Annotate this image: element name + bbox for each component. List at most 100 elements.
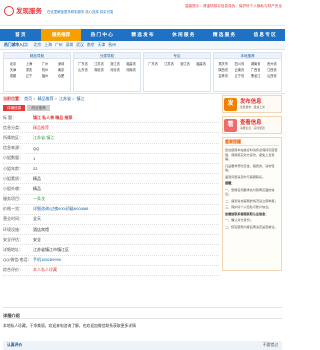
detail-value: 全天 — [33, 216, 41, 222]
detail-value: QQ — [33, 145, 40, 151]
detail-key: 信息来源： — [3, 145, 23, 151]
nav-item-recommend[interactable]: 服务推荐 — [40, 29, 82, 41]
detail-tabs: 详细信息 附近推荐 — [3, 105, 50, 111]
detail-key: 标 题： — [3, 114, 17, 120]
view-info-button[interactable]: 看 查看信息 海量信息 · 实时更新 — [222, 116, 282, 134]
nav-item-service[interactable]: 精 选 服 务 — [204, 29, 245, 41]
category-link[interactable]: 成都 — [5, 73, 21, 79]
tip-heading: 加微信联系客服获取认证信息： — [225, 211, 269, 216]
bottom-right-text: 不要错过 — [262, 343, 278, 347]
review-link[interactable]: 认真评价 — [7, 341, 22, 350]
category-link[interactable]: 福州 — [37, 73, 53, 79]
detail-value: 精品 — [33, 185, 41, 191]
safety-tip-box: 重要提醒 您在使用本站信息时请务必保持高度警惕，谨慎核实对方身份，避免上当受骗。… — [222, 137, 282, 271]
tab-nearby[interactable]: 附近推荐 — [27, 105, 50, 111]
detail-row: 详细地址： 江苏省镇江市镇江区 — [3, 245, 219, 256]
category-link[interactable]: 浙江省 — [177, 61, 193, 67]
category-grid: 北京 上海 广州 深圳 天津 重庆 杭州 南京 成都 辽宁 福州 合肥 — [4, 59, 70, 81]
detail-value: 镇江 私人茶 精品 推荐 — [33, 114, 73, 120]
category-link[interactable]: 黑龙江 — [248, 73, 264, 79]
category-link[interactable]: 湖北省 — [91, 67, 107, 73]
top-header: 发现服务 在这里解锁更多精彩服务 放心选择 真实可靠 温馨提示：请谨慎核实信息真… — [0, 0, 285, 26]
city-link[interactable]: 武汉 — [76, 43, 84, 47]
category-column: 本地推荐 重庆市 四川省 湖南省 贵州省 陕西省 云南省 广西省 江西省 吉林省… — [213, 52, 282, 92]
section-divider — [3, 307, 282, 308]
category-link[interactable]: 广东省 — [145, 61, 161, 67]
tip-heading: 提醒： — [225, 181, 235, 185]
city-link[interactable]: 广州 — [55, 43, 63, 47]
breadcrumb-link[interactable]: 首页 — [24, 96, 32, 101]
tip-paragraph: 一、确认对方身份； — [225, 218, 253, 222]
main-nav: 首 页 服务推荐 热 门 中 心 精 选 发 布 休 闲 服 务 精 选 服 务… — [0, 29, 285, 41]
detail-value: 精品 — [33, 175, 41, 181]
detail-row: 小姐年龄： 22 — [3, 164, 219, 175]
category-column: 专区 广东省 江苏省 浙江省 福建省 — [143, 52, 211, 92]
category-link[interactable]: 辽宁 — [21, 73, 37, 79]
breadcrumb-link[interactable]: 江苏省 — [59, 96, 71, 101]
tip-paragraph: 二、遇到冒充客服的情况请立即举报； — [225, 198, 278, 203]
promo-subtitle: 海量信息 · 实时更新 — [240, 126, 265, 130]
category-column: 精品导航 北京 上海 广州 深圳 天津 重庆 杭州 南京 成都 辽宁 福州 合肥 — [3, 52, 71, 92]
detail-value[interactable]: 江苏省-镇江 — [33, 135, 54, 141]
category-grid: 广东省 江苏省 浙江省 福建省 — [144, 59, 210, 69]
category-link[interactable]: 河南省 — [123, 67, 139, 73]
category-grid: 重庆市 四川省 湖南省 贵州省 陕西省 云南省 广西省 江西省 吉林省 辽宁省 … — [214, 59, 281, 81]
detail-row: 小姐素质： 精品 — [3, 174, 219, 185]
detail-value[interactable]: 精品推荐 — [33, 125, 49, 131]
detail-list: 标 题： 镇江 私人茶 精品 推荐 信息分类： 精品推荐 所属地区： 江苏省-镇江 信… — [3, 113, 219, 276]
city-link[interactable]: 北京 — [34, 43, 42, 47]
category-link[interactable]: 合肥 — [53, 73, 69, 79]
city-link[interactable]: 南京 — [87, 43, 95, 47]
category-link[interactable]: 福建省 — [193, 61, 209, 67]
tip-paragraph: 三、保护好个人隐私与账户信息。 — [225, 205, 272, 209]
detail-row: 小姐数量： 1 — [3, 154, 219, 164]
tab-detail[interactable]: 详细信息 — [3, 105, 26, 111]
detail-key: 所属地区： — [3, 134, 23, 140]
bottom-bar: 认真评价 不要错过 — [3, 341, 282, 350]
tip-paragraph: 您在使用本站信息时请务必保持高度警惕，谨慎核实对方身份，避免上当受骗。 — [225, 148, 278, 161]
nav-item-leisure[interactable]: 休 闲 服 务 — [163, 29, 204, 41]
detail-row: 服务项目： 一条龙 — [3, 195, 219, 205]
breadcrumb-label: 当前位置： — [3, 96, 23, 101]
nav-item-hot[interactable]: 热 门 中 心 — [81, 29, 122, 41]
category-link[interactable]: 山东省 — [75, 67, 91, 73]
tip-paragraph: 一、警惕任何要求先付款再见面的信息； — [225, 187, 275, 197]
detail-value: 安全 — [33, 236, 41, 242]
nav-item-home[interactable]: 首 页 — [0, 29, 41, 41]
category-link[interactable]: 河北省 — [107, 67, 123, 73]
category-link[interactable]: 江苏省 — [161, 61, 177, 67]
detail-key: 小姐外貌： — [3, 185, 23, 191]
breadcrumb-link[interactable]: 镇江 — [77, 96, 85, 101]
detail-key: 综合评价： — [3, 267, 23, 273]
category-link[interactable]: 辽宁省 — [231, 73, 247, 79]
city-link[interactable]: 天津 — [98, 43, 106, 47]
category-panel: 精品导航 北京 上海 广州 深圳 天津 重庆 杭州 南京 成都 辽宁 福州 合肥… — [0, 50, 285, 94]
detail-key: 服务项目： — [3, 196, 23, 202]
breadcrumb-link[interactable]: 精品推荐 — [38, 96, 54, 101]
detail-key: 信息分类： — [3, 124, 23, 130]
detail-row: 信息来源： QQ — [3, 144, 219, 154]
detail-row: 安全评估： 安全 — [3, 235, 219, 246]
tip-paragraph: 遇到问题请及时与客服联系。 — [225, 174, 266, 179]
city-link[interactable]: 深圳 — [66, 43, 74, 47]
nav-item-post[interactable]: 精 选 发 布 — [122, 29, 163, 41]
detail-key: 价格一览： — [3, 206, 23, 212]
breadcrumb: 当前位置： 首页> 精品推荐> 江苏省> 镇江 — [3, 96, 85, 101]
nav-item-info[interactable]: 信 息 专 区 — [244, 29, 285, 41]
category-link[interactable]: 山西省 — [264, 73, 280, 79]
city-link[interactable]: 上海 — [44, 43, 52, 47]
detail-value: 1 — [33, 155, 36, 161]
detail-row: 标 题： 镇江 私人茶 精品 推荐 — [3, 113, 219, 124]
header-notice: 温馨提示：请谨慎核实信息真伪，保护好个人隐私与财产安全 — [184, 4, 282, 8]
tip-paragraph: 二、核实服务内容后再决定是否前往。 — [225, 224, 278, 229]
detail-row: 综合评价： 本人私人珍藏 — [3, 266, 219, 276]
detail-key: 小姐数量： — [3, 155, 23, 161]
detail-key: 小姐素质： — [3, 175, 23, 181]
detail-row: 所属地区： 江苏省-镇江 — [3, 133, 219, 144]
detail-row: 环境设施： 酒店宾馆 — [3, 225, 219, 236]
site-logo[interactable]: 发现服务 — [4, 5, 44, 19]
post-info-button[interactable]: 发 发布信息 免费发布 · 极速上架 — [222, 95, 282, 113]
detail-key: 环境设施： — [3, 226, 23, 232]
city-link[interactable]: 杭州 — [108, 43, 116, 47]
category-link[interactable]: 吉林省 — [215, 73, 231, 79]
